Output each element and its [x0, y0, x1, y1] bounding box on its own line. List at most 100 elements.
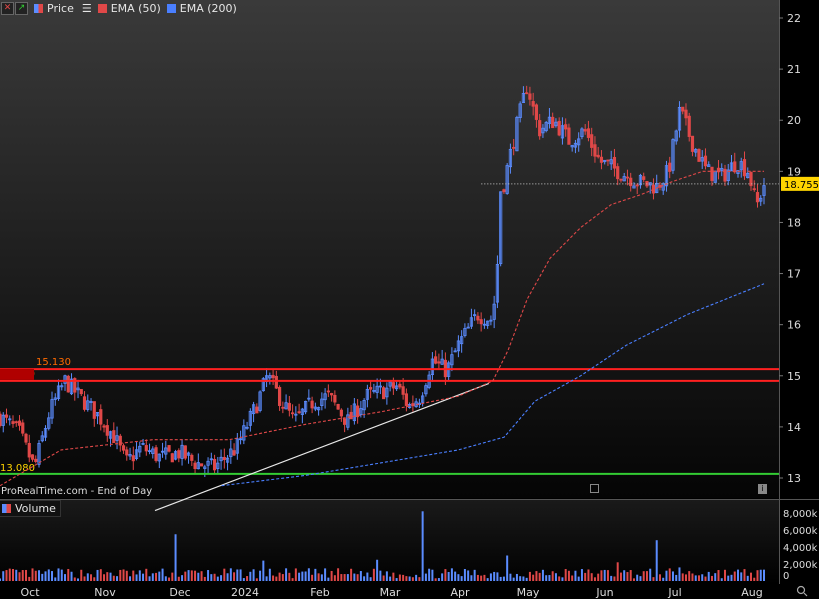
volume-bar: [424, 573, 427, 581]
volume-bar: [346, 574, 349, 581]
volume-bar: [148, 576, 151, 581]
volume-bar: [398, 574, 401, 581]
volume-bar: [587, 569, 590, 581]
volume-bar: [73, 577, 76, 581]
volume-bar: [0, 578, 1, 581]
volume-bar: [213, 573, 216, 581]
volume-bar: [467, 570, 470, 581]
chart-toolbar: ✕ ↗ Price ☰ EMA (50) EMA (200): [0, 0, 237, 16]
candle: [505, 163, 509, 195]
volume-tick-label: 6,000k: [783, 526, 818, 537]
volume-bar: [584, 572, 587, 581]
candle: [154, 444, 158, 463]
volume-bar: [545, 575, 548, 581]
volume-bar: [415, 574, 418, 581]
volume-bar: [636, 574, 639, 581]
candle: [303, 400, 308, 415]
volume-bar: [632, 578, 635, 581]
x-tick-label: Nov: [94, 586, 116, 599]
volume-bar: [288, 572, 291, 581]
volume-tick-label: 2,000k: [783, 560, 818, 571]
volume-bar: [83, 576, 86, 581]
calendar-icon[interactable]: [590, 484, 599, 493]
legend-price[interactable]: Price: [34, 2, 74, 15]
volume-bar: [457, 574, 460, 581]
volume-bar: [489, 573, 492, 581]
volume-bar: [574, 570, 577, 581]
menu-icon[interactable]: ☰: [82, 2, 92, 15]
volume-bar: [229, 568, 232, 581]
volume-bar: [161, 568, 164, 581]
volume-bar: [320, 574, 323, 581]
volume-bar: [262, 560, 265, 581]
volume-bar: [181, 575, 184, 581]
volume-bar: [616, 562, 619, 581]
volume-bar: [158, 571, 161, 581]
legend-ema200[interactable]: EMA (200): [166, 1, 237, 15]
volume-bar: [639, 576, 642, 581]
volume-bar: [275, 576, 278, 581]
volume-bar: [645, 571, 648, 581]
volume-bar: [112, 575, 115, 581]
close-icon[interactable]: ✕: [1, 1, 14, 15]
volume-bar: [668, 568, 671, 581]
volume-bar: [350, 568, 353, 581]
volume-bar: [619, 572, 622, 581]
volume-bar: [704, 576, 707, 581]
volume-panel-bg: [0, 500, 779, 584]
volume-bar: [301, 571, 304, 581]
volume-bar: [441, 573, 444, 581]
volume-bar: [551, 571, 554, 581]
candle: [66, 374, 70, 393]
volume-bar: [600, 570, 603, 581]
candle: [258, 390, 262, 413]
volume-bar: [122, 569, 125, 581]
volume-bar: [249, 571, 252, 581]
volume-bar: [142, 573, 145, 581]
y-tick-label: 13: [787, 472, 801, 485]
volume-bar: [720, 578, 723, 581]
candle: [671, 138, 675, 174]
volume-bar: [44, 571, 47, 581]
volume-bar: [665, 570, 668, 581]
volume-bar: [307, 568, 310, 581]
volume-bar: [18, 572, 21, 581]
volume-bar: [103, 574, 106, 581]
volume-bar: [684, 574, 687, 581]
volume-bar: [125, 570, 128, 581]
volume-bar: [171, 572, 174, 581]
volume-legend[interactable]: Volume: [0, 500, 61, 517]
volume-bar: [658, 574, 661, 581]
volume-bar: [655, 540, 658, 581]
price-swatch: [34, 3, 43, 13]
price-chart: 15.13014.90013.080 222120191817161514131…: [0, 0, 819, 599]
volume-bar: [216, 576, 219, 581]
volume-bar: [194, 570, 197, 581]
volume-bar: [285, 568, 288, 581]
volume-tick-label: 0: [783, 571, 789, 582]
volume-bar: [626, 572, 629, 581]
volume-bar: [688, 571, 691, 581]
volume-bar: [177, 576, 180, 581]
volume-bar: [330, 570, 333, 581]
volume-bar: [571, 575, 574, 581]
legend-ema50[interactable]: EMA (50): [97, 1, 161, 15]
volume-bar: [736, 569, 739, 581]
ema200-label: EMA (200): [179, 1, 237, 15]
info-icon[interactable]: i: [758, 484, 767, 494]
volume-bar: [603, 569, 606, 581]
volume-bar: [57, 568, 60, 581]
volume-bar: [470, 575, 473, 581]
volume-bar: [558, 576, 561, 581]
candle: [697, 148, 701, 162]
volume-bar: [226, 573, 229, 581]
ema50-label: EMA (50): [110, 1, 161, 15]
volume-bar: [538, 572, 541, 581]
trend-icon[interactable]: ↗: [15, 1, 28, 15]
volume-bar: [314, 568, 317, 581]
volume-bar: [359, 571, 362, 581]
y-tick-label: 17: [787, 268, 801, 281]
volume-bar: [12, 569, 15, 581]
volume-bar: [402, 574, 405, 581]
volume-bar: [119, 569, 122, 581]
